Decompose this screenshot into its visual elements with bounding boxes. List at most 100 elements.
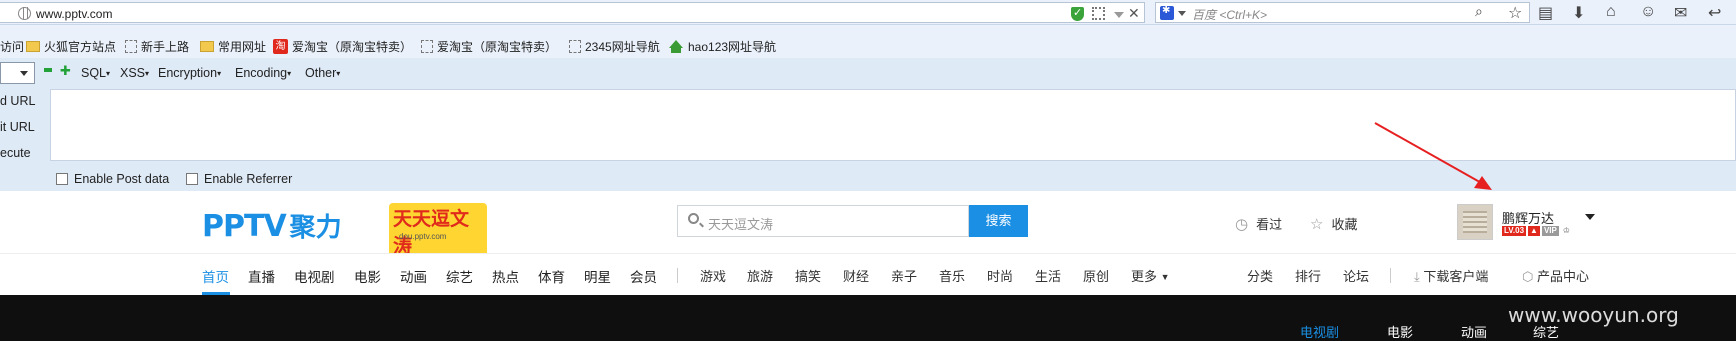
menu-xss[interactable]: XSS▾ xyxy=(120,66,149,80)
nav-item-sports[interactable]: 体育 xyxy=(538,266,565,286)
avatar[interactable] xyxy=(1457,204,1493,240)
download-icon[interactable]: ⬇ xyxy=(1572,3,1585,23)
logo-text: PPTV xyxy=(202,209,287,244)
nav-item-ranking[interactable]: 排行 xyxy=(1295,266,1321,285)
nav-item-forum[interactable]: 论坛 xyxy=(1343,266,1369,285)
history-dropdown-icon[interactable] xyxy=(1114,12,1124,18)
bookmark-item[interactable]: 访问 xyxy=(0,38,24,55)
nav-item-category[interactable]: 分类 xyxy=(1247,266,1273,285)
nav-item-home[interactable]: 首页 xyxy=(202,266,229,286)
chat-icon[interactable]: ☺ xyxy=(1640,3,1656,21)
strip-tab-tv[interactable]: 电视剧 xyxy=(1300,322,1339,341)
download-label: 下载客户端 xyxy=(1423,269,1489,284)
qr-code-icon[interactable] xyxy=(1092,7,1105,20)
nav-item-parenting[interactable]: 亲子 xyxy=(891,266,917,285)
message-icon[interactable]: ✉ xyxy=(1674,3,1687,23)
nav-item-anime[interactable]: 动画 xyxy=(400,266,427,286)
promo-title: 天天逗文涛 xyxy=(389,203,487,259)
hackbar-load-select[interactable] xyxy=(0,62,35,84)
nav-item-tv[interactable]: 电视剧 xyxy=(294,266,335,286)
more-label: 更多 xyxy=(1131,269,1158,284)
bookmark-label: 火狐官方站点 xyxy=(44,40,117,54)
nav-item-more[interactable]: 更多 ▼ xyxy=(1131,266,1170,285)
nav-divider xyxy=(677,268,678,283)
bookmark-label: 爱淘宝（原淘宝特卖） xyxy=(437,40,558,54)
menu-sql[interactable]: SQL▾ xyxy=(81,66,110,80)
history-link[interactable]: ◷ 看过 xyxy=(1235,214,1282,233)
menu-label: Encryption xyxy=(158,66,218,80)
bookmark-item[interactable]: 淘爱淘宝（原淘宝特卖） xyxy=(273,38,412,55)
username[interactable]: 鹏辉万达 xyxy=(1502,208,1554,227)
strip-tab-movie[interactable]: 电影 xyxy=(1387,322,1413,341)
chevron-down-icon[interactable] xyxy=(1178,11,1186,16)
nav-item-travel[interactable]: 旅游 xyxy=(747,266,773,285)
nav-item-finance[interactable]: 财经 xyxy=(843,266,869,285)
search-icon[interactable]: ⌕ xyxy=(1475,3,1483,20)
nav-item-hot[interactable]: 热点 xyxy=(492,266,519,286)
close-icon[interactable]: ✕ xyxy=(1128,5,1140,22)
featured-strip: 电视剧 电影 动画 综艺 www.wooyun.org xyxy=(0,295,1736,341)
search-button[interactable]: 搜索 xyxy=(969,205,1028,237)
chevron-down-icon[interactable] xyxy=(1585,214,1595,220)
favorites-link[interactable]: ☆ 收藏 xyxy=(1310,214,1357,233)
bookmark-item[interactable]: hao123网址导航 xyxy=(668,38,776,55)
checkbox-box[interactable] xyxy=(186,173,198,185)
nav-item-live[interactable]: 直播 xyxy=(248,266,275,286)
nav-item-life[interactable]: 生活 xyxy=(1035,266,1061,285)
menu-other[interactable]: Other▾ xyxy=(305,66,340,80)
bookmark-star-icon[interactable]: ☆ xyxy=(1508,3,1522,23)
strip-tab-anime[interactable]: 动画 xyxy=(1461,322,1487,341)
download-icon: ⤓ xyxy=(1414,269,1420,284)
nav-item-movie[interactable]: 电影 xyxy=(354,266,381,286)
library-icon[interactable]: ▤ xyxy=(1538,3,1553,23)
bookmark-item[interactable]: 爱淘宝（原淘宝特卖） xyxy=(421,38,557,55)
bookmark-item[interactable]: 火狐官方站点 xyxy=(26,38,116,55)
bookmark-label: 访问 xyxy=(0,40,25,54)
bookmark-item[interactable]: 2345网址导航 xyxy=(569,38,660,55)
promo-banner[interactable]: 天天逗文涛 dou.pptv.com xyxy=(389,203,487,259)
nav-item-games[interactable]: 游戏 xyxy=(700,266,726,285)
folder-icon xyxy=(200,41,214,52)
pptv-logo[interactable]: PPTV 聚力 xyxy=(202,207,342,244)
address-bar[interactable]: www.pptv.com ✕ xyxy=(0,2,1145,23)
nav-item-fashion[interactable]: 时尚 xyxy=(987,266,1013,285)
split-url-button[interactable]: it URL xyxy=(0,120,35,134)
nav-item-member[interactable]: 会员 xyxy=(630,266,657,286)
page-icon xyxy=(125,40,137,53)
site-search-input[interactable]: 天天逗文涛 xyxy=(677,205,969,237)
increase-icon[interactable]: ✚ xyxy=(60,63,71,79)
search-placeholder: 百度 <Ctrl+K> xyxy=(1192,8,1268,22)
caret-icon: ▾ xyxy=(287,69,292,78)
menu-encryption[interactable]: Encryption▾ xyxy=(158,66,221,80)
nav-item-stars[interactable]: 明星 xyxy=(584,266,611,286)
products-label: 产品中心 xyxy=(1536,269,1589,284)
hao123-icon xyxy=(668,39,684,54)
bookmark-item[interactable]: 常用网址 xyxy=(200,38,266,55)
nav-item-variety[interactable]: 综艺 xyxy=(446,266,473,286)
menu-label: Encoding xyxy=(235,66,288,80)
checkbox-box[interactable] xyxy=(56,173,68,185)
decrease-icon[interactable] xyxy=(44,68,52,72)
bookmark-item[interactable]: 新手上路 xyxy=(125,38,189,55)
enable-post-checkbox[interactable]: Enable Post data xyxy=(56,172,169,186)
execute-button[interactable]: ecute xyxy=(0,146,31,160)
url-text[interactable]: www.pptv.com xyxy=(36,7,112,21)
home-icon[interactable]: ⌂ xyxy=(1606,3,1616,21)
bookmark-label: hao123网址导航 xyxy=(688,40,777,54)
back-icon[interactable]: ↩ xyxy=(1708,3,1721,23)
nav-item-music[interactable]: 音乐 xyxy=(939,266,965,285)
bookmark-label: 常用网址 xyxy=(218,40,267,54)
enable-referrer-checkbox[interactable]: Enable Referrer xyxy=(186,172,292,186)
cube-icon: ⬡ xyxy=(1522,269,1534,284)
nav-item-download[interactable]: ⤓ 下载客户端 xyxy=(1414,266,1488,285)
menu-encoding[interactable]: Encoding▾ xyxy=(235,66,291,80)
up-arrow-icon: ▲ xyxy=(1528,226,1540,236)
nav-divider xyxy=(1390,268,1391,283)
nav-item-funny[interactable]: 搞笑 xyxy=(795,266,821,285)
load-url-button[interactable]: d URL xyxy=(0,94,35,108)
baidu-icon[interactable] xyxy=(1160,5,1174,20)
browser-search-box[interactable]: 百度 <Ctrl+K> xyxy=(1155,2,1530,23)
nav-item-products[interactable]: ⬡ 产品中心 xyxy=(1522,266,1589,285)
security-shield-icon[interactable] xyxy=(1071,6,1084,21)
nav-item-original[interactable]: 原创 xyxy=(1083,266,1109,285)
